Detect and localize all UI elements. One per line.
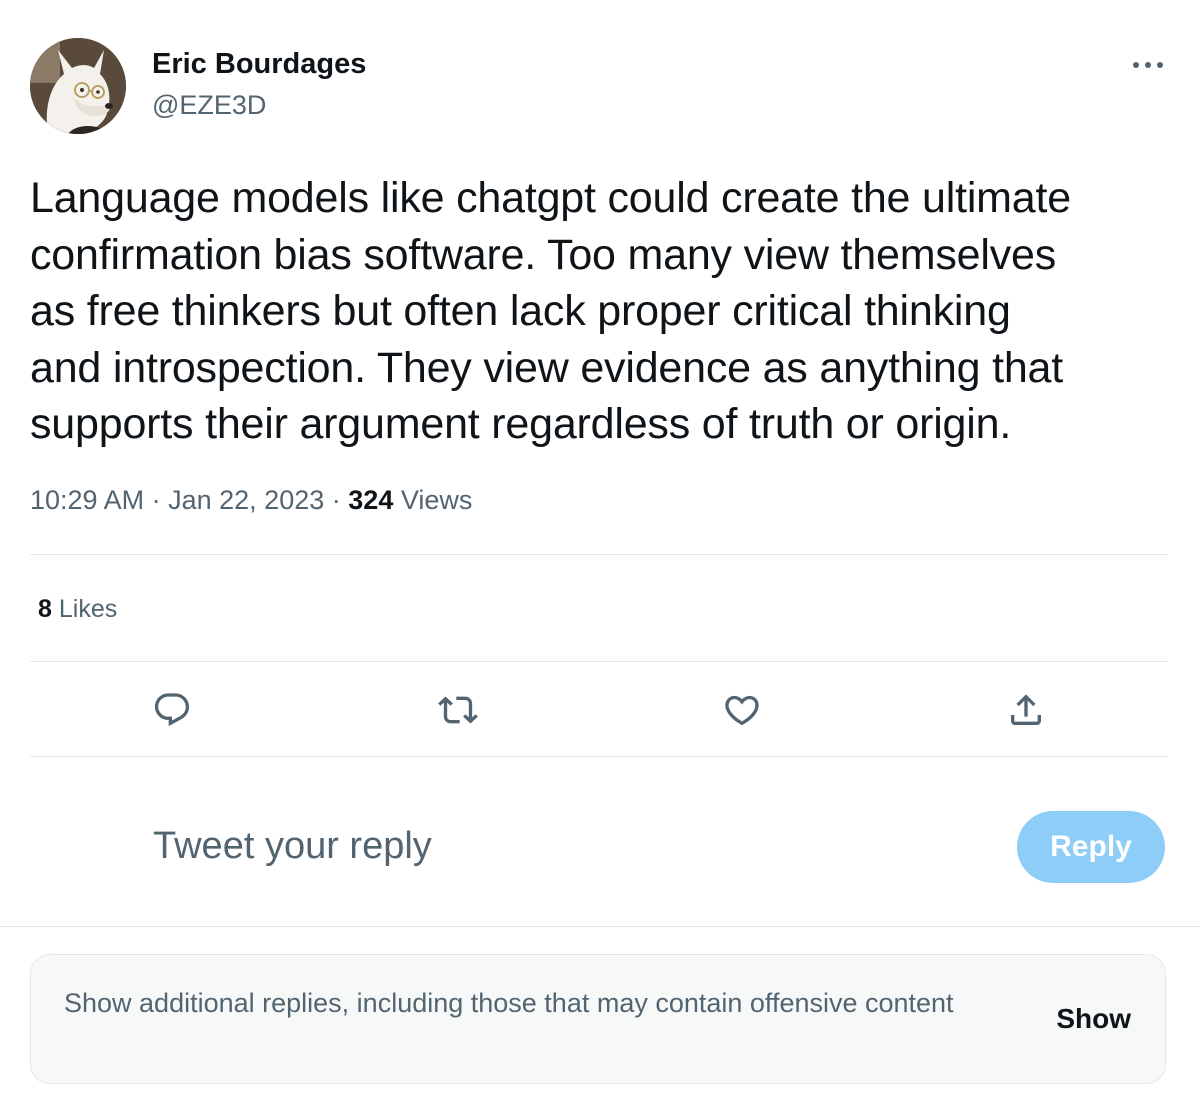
likes-stat[interactable]: 8 Likes (38, 595, 117, 624)
views-label: Views (400, 485, 473, 515)
more-horizontal-icon (1133, 62, 1163, 68)
retweet-action-button[interactable] (438, 690, 478, 730)
author-handle[interactable]: @EZE3D (152, 90, 266, 121)
reply-button[interactable]: Reply (1017, 811, 1165, 883)
author-name[interactable]: Eric Bourdages (152, 48, 366, 81)
like-action-button[interactable] (722, 690, 762, 730)
share-icon (1011, 694, 1041, 725)
reply-action-button[interactable] (152, 690, 192, 730)
divider (30, 756, 1168, 757)
reply-input[interactable]: Tweet your reply (153, 825, 432, 868)
views-count: 324 (348, 485, 394, 515)
retweet-icon (438, 696, 478, 724)
dog-avatar-icon (30, 38, 126, 134)
meta-separator: · (151, 485, 161, 515)
likes-count: 8 (38, 595, 52, 623)
tweet-time[interactable]: 10:29 AM (30, 485, 144, 515)
tweet-meta: 10:29 AM · Jan 22, 2023 · 324 Views (30, 485, 472, 516)
more-options-button[interactable] (1128, 50, 1168, 80)
divider (0, 926, 1200, 927)
divider (30, 554, 1168, 555)
tweet-date[interactable]: Jan 22, 2023 (168, 485, 324, 515)
meta-separator: · (331, 485, 341, 515)
avatar[interactable] (30, 38, 126, 134)
show-button[interactable]: Show (1056, 1003, 1131, 1035)
reply-icon (154, 693, 190, 727)
additional-replies-notice: Show additional replies, including those… (30, 954, 1166, 1084)
share-action-button[interactable] (1006, 690, 1046, 730)
notice-text: Show additional replies, including those… (64, 988, 954, 1018)
tweet-text: Language models like chatgpt could creat… (30, 174, 1071, 448)
like-icon (725, 695, 759, 726)
likes-label: Likes (58, 595, 118, 623)
divider (30, 661, 1168, 662)
